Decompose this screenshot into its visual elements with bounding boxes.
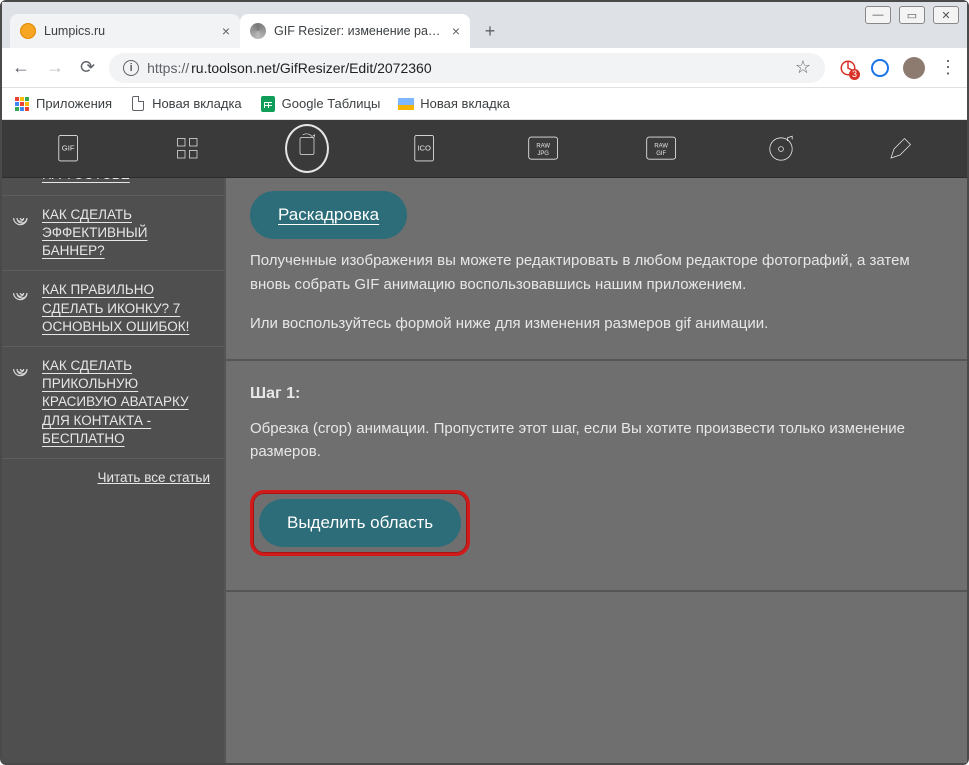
window-controls: — ▭ ✕ [865, 6, 959, 24]
bookmark-label: Приложения [36, 96, 112, 111]
sidebar-link: КАК ПРАВИЛЬНО СДЕЛАТЬ ИКОНКУ? 7 ОСНОВНЫХ… [42, 281, 212, 336]
svg-text:GIF: GIF [657, 150, 667, 156]
close-icon[interactable]: × [222, 23, 230, 39]
pencil-icon[interactable] [840, 134, 959, 164]
google-sheets-icon [261, 96, 275, 112]
page-viewport: GIF ICO RAWJPG RAWGIF КА [2, 120, 967, 763]
raw-gif-icon[interactable]: RAWGIF [603, 132, 722, 166]
back-button[interactable]: ← [12, 57, 30, 78]
document-icon [132, 96, 144, 111]
tab-title: GIF Resizer: изменение размера [274, 24, 444, 38]
favicon-lumpics [20, 23, 36, 39]
sidebar-link: КАК СДЕЛАТЬ ЭФФЕКТИВНЫЙ БАННЕР? [42, 206, 212, 261]
ico-icon[interactable]: ICO [366, 132, 485, 166]
sidebar-item[interactable]: КАК ПРАВИЛЬНО СДЕЛАТЬ ИКОНКУ? 7 ОСНОВНЫХ… [2, 270, 224, 346]
raw-jpg-icon[interactable]: RAWJPG [485, 132, 604, 166]
new-tab-button[interactable]: + [476, 17, 504, 45]
extension-icon[interactable]: 3 [839, 59, 857, 77]
omnibox[interactable]: i https:// ru.toolson.net/GifResizer/Edi… [109, 53, 825, 83]
browser-tab-gifresizer[interactable]: GIF Resizer: изменение размера × [240, 14, 470, 48]
svg-text:ICO: ICO [418, 143, 432, 152]
window-minimize[interactable]: — [865, 6, 891, 24]
section-divider [226, 359, 967, 361]
bookmark-sheets[interactable]: Google Таблицы [260, 96, 381, 112]
highlight-annotation: Выделить область [250, 490, 470, 556]
spiral-icon [12, 208, 32, 228]
sidebar: КАК СДЕЛАТЬ GIF АНИМАЦИЮ ИЗ ВИДЕО НА YOU… [2, 120, 224, 763]
bookmark-label: Новая вкладка [420, 96, 510, 111]
window-close[interactable]: ✕ [933, 6, 959, 24]
site-info-icon[interactable]: i [123, 60, 139, 76]
bookmark-newtab-1[interactable]: Новая вкладка [130, 96, 242, 112]
sidebar-item[interactable]: КАК СДЕЛАТЬ ЭФФЕКТИВНЫЙ БАННЕР? [2, 195, 224, 271]
translate-icon[interactable] [871, 59, 889, 77]
sidebar-link: КАК СДЕЛАТЬ ПРИКОЛЬНУЮ КРАСИВУЮ АВАТАРКУ… [42, 357, 212, 448]
svg-text:JPG: JPG [537, 150, 549, 156]
nav-buttons: ← → ⟳ [12, 57, 95, 78]
bookmark-label: Новая вкладка [152, 96, 242, 111]
music-disc-icon[interactable] [722, 133, 841, 165]
url-scheme: https:// [147, 60, 189, 76]
step-1-text: Обрезка (crop) анимации. Пропустите этот… [250, 417, 943, 464]
browser-tab-lumpics[interactable]: Lumpics.ru × [10, 14, 240, 48]
rotate-icon[interactable] [247, 124, 366, 173]
browser-menu-icon[interactable]: ⋮ [939, 57, 957, 78]
favicon-toolson [250, 23, 266, 39]
close-icon[interactable]: × [452, 23, 460, 39]
main-content: На ваш компьютер скачается архив со всем… [224, 120, 967, 763]
address-bar-row: ← → ⟳ i https:// ru.toolson.net/GifResiz… [2, 48, 967, 88]
apps-grid-icon[interactable] [129, 134, 248, 164]
step-1-title: Шаг 1: [250, 385, 943, 403]
spiral-icon [12, 283, 32, 303]
apps-grid-icon [15, 97, 29, 111]
sidebar-item[interactable]: КАК СДЕЛАТЬ ПРИКОЛЬНУЮ КРАСИВУЮ АВАТАРКУ… [2, 346, 224, 458]
image-thumb-icon [398, 98, 414, 110]
url-text: ru.toolson.net/GifResizer/Edit/2072360 [191, 60, 431, 76]
tab-strip: Lumpics.ru × GIF Resizer: изменение разм… [2, 2, 967, 48]
storyboard-button[interactable]: Раскадровка [250, 191, 407, 239]
svg-text:RAW: RAW [655, 143, 669, 149]
svg-text:GIF: GIF [62, 143, 75, 152]
select-area-button[interactable]: Выделить область [259, 499, 461, 547]
svg-text:RAW: RAW [536, 143, 550, 149]
bookmark-apps[interactable]: Приложения [14, 96, 112, 112]
reload-button[interactable]: ⟳ [80, 57, 95, 78]
paragraph-alt-use: Или воспользуйтесь формой ниже для измен… [250, 312, 943, 335]
section-divider [226, 590, 967, 592]
toolbar-right-icons: 3 ⋮ [839, 57, 957, 79]
sidebar-read-all-link[interactable]: Читать все статьи [2, 458, 224, 497]
paragraph-after-storyboard: Полученные изображения вы можете редакти… [250, 249, 943, 296]
profile-avatar[interactable] [903, 57, 925, 79]
paragraph-text: Полученные изображения вы можете редакти… [250, 252, 910, 292]
bookmark-newtab-2[interactable]: Новая вкладка [398, 96, 510, 112]
extension-badge-count: 3 [849, 69, 860, 80]
tab-title: Lumpics.ru [44, 24, 214, 38]
forward-button[interactable]: → [46, 57, 64, 78]
bookmark-label: Google Таблицы [282, 96, 381, 111]
bookmark-star-icon[interactable]: ☆ [795, 57, 811, 78]
gif-file-icon[interactable]: GIF [10, 132, 129, 166]
window-maximize[interactable]: ▭ [899, 6, 925, 24]
spiral-icon [12, 359, 32, 379]
bookmarks-bar: Приложения Новая вкладка Google Таблицы … [2, 88, 967, 120]
site-top-toolbar: GIF ICO RAWJPG RAWGIF [2, 120, 967, 178]
